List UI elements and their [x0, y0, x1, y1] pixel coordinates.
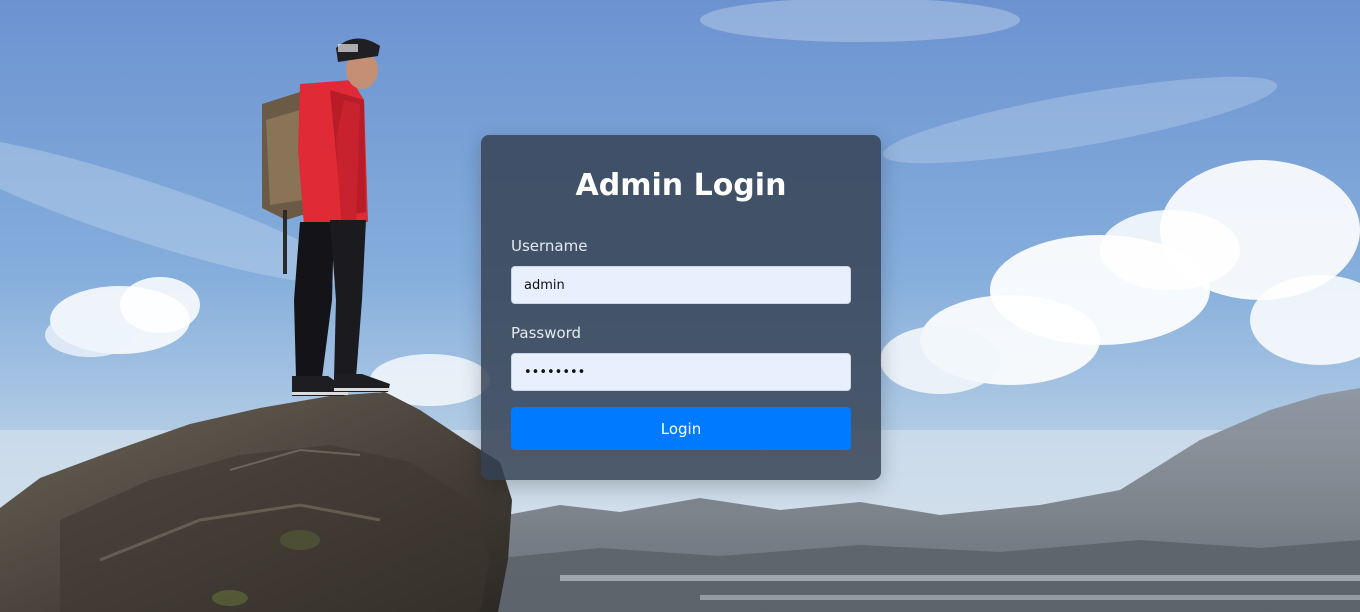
password-input[interactable]	[511, 353, 851, 391]
password-label: Password	[511, 324, 582, 342]
login-title: Admin Login	[575, 168, 787, 203]
login-button[interactable]: Login	[511, 407, 851, 450]
login-page: Admin Login Username Password Login	[0, 0, 1360, 612]
login-card: Admin Login Username Password Login	[481, 135, 881, 480]
username-label: Username	[511, 237, 588, 255]
username-input[interactable]	[511, 266, 851, 304]
